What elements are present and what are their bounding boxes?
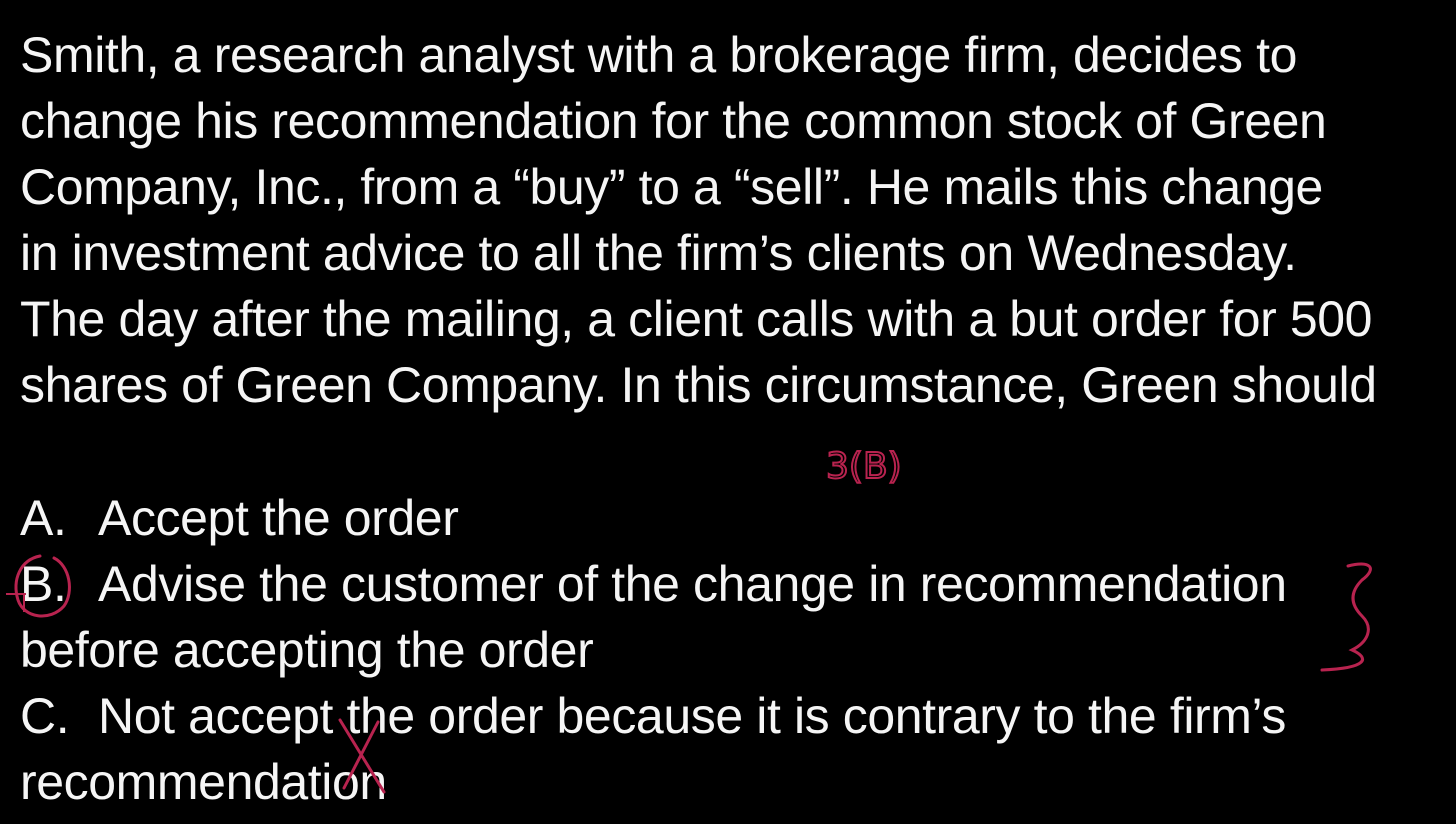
option-a-text: Accept the order xyxy=(98,490,459,546)
option-a: A. Accept the order xyxy=(20,485,1450,551)
option-b: B. Advise the customer of the change in r… xyxy=(20,551,1450,683)
slide: Smith, a research analyst with a brokera… xyxy=(0,0,1456,824)
option-a-letter: A. xyxy=(20,490,67,546)
question-text: Smith, a research analyst with a brokera… xyxy=(20,27,1377,413)
option-b-text: Advise the customer of the change in rec… xyxy=(20,556,1287,678)
answer-options: A. Accept the order B. Advise the customer… xyxy=(20,485,1450,815)
option-c: C. Not accept the order because it is con… xyxy=(20,683,1450,815)
option-c-text: Not accept the order because it is contr… xyxy=(20,688,1286,810)
option-b-letter: B. xyxy=(20,556,67,612)
rule-reference-note: 3(B) xyxy=(826,446,902,487)
option-c-letter: C. xyxy=(20,688,70,744)
